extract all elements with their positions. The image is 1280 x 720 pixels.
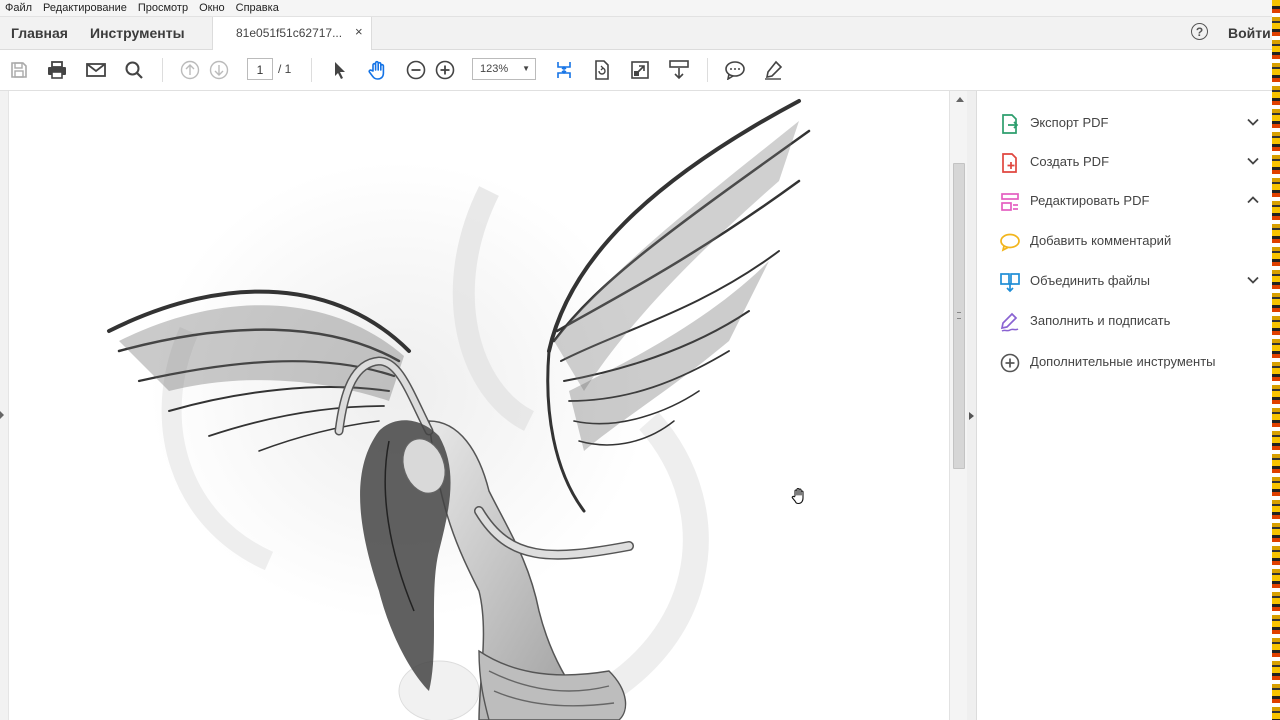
angel-drawing [107, 99, 811, 720]
sign-in-button[interactable]: Войти [1228, 17, 1271, 49]
document-scrollbar[interactable] [949, 91, 968, 720]
chevron-up-icon[interactable] [1246, 193, 1260, 207]
tools-panel: Экспорт PDF Создать PDF Редактировать PD… [977, 91, 1272, 720]
edit-pdf-icon [1001, 193, 1019, 211]
toolbar-separator [162, 58, 163, 82]
close-tab-button[interactable]: × [355, 24, 363, 39]
previous-page-icon[interactable] [179, 59, 201, 81]
background-window-edge [1272, 0, 1280, 720]
rotate-page-icon[interactable] [591, 59, 613, 81]
full-screen-icon[interactable] [629, 59, 651, 81]
print-icon[interactable] [46, 59, 68, 81]
help-icon[interactable]: ? [1191, 23, 1208, 40]
menu-view[interactable]: Просмотр [133, 2, 194, 14]
panel-item-export-pdf[interactable]: Экспорт PDF [977, 105, 1272, 141]
zoom-in-icon[interactable] [434, 59, 456, 81]
tab-home[interactable]: Главная [11, 17, 68, 49]
hand-tool-icon[interactable] [367, 59, 389, 81]
panel-item-add-comment[interactable]: Добавить комментарий [977, 223, 1272, 259]
next-page-icon[interactable] [208, 59, 230, 81]
menu-bar: Файл Редактирование Просмотр Окно Справк… [0, 0, 1272, 17]
comment-icon[interactable] [724, 59, 746, 81]
chevron-down-icon: ▼ [522, 64, 530, 73]
expand-left-panel-icon[interactable] [0, 411, 4, 419]
read-mode-icon[interactable] [668, 59, 690, 81]
toolbar-separator [311, 58, 312, 82]
tab-document[interactable]: 81e051f51c62717... × [212, 17, 372, 50]
panel-item-label: Добавить комментарий [1030, 233, 1172, 248]
panel-item-label: Создать PDF [1030, 154, 1110, 169]
chevron-down-icon[interactable] [1246, 273, 1260, 287]
document-tab-title: 81e051f51c62717... [236, 26, 343, 40]
panel-item-label: Дополнительные инструменты [1030, 354, 1216, 369]
hand-cursor-icon [791, 487, 804, 505]
tab-tools[interactable]: Инструменты [90, 17, 185, 49]
fill-sign-icon [1000, 312, 1019, 332]
page-number-input[interactable]: 1 [247, 58, 273, 80]
export-pdf-icon [1002, 114, 1019, 134]
menu-edit[interactable]: Редактирование [38, 2, 133, 14]
chevron-down-icon[interactable] [1246, 115, 1260, 129]
toolbar-separator [707, 58, 708, 82]
left-panel-edge [0, 91, 9, 720]
zoom-value: 123% [480, 63, 509, 75]
panel-divider[interactable] [967, 91, 977, 720]
scroll-up-icon[interactable] [956, 97, 964, 102]
page-total: / 1 [278, 62, 292, 76]
comment-icon [1000, 233, 1020, 252]
fit-page-icon[interactable] [553, 59, 575, 81]
menu-file[interactable]: Файл [0, 2, 38, 14]
panel-item-edit-pdf[interactable]: Редактировать PDF [977, 183, 1272, 219]
select-cursor-icon[interactable] [329, 59, 351, 81]
highlight-pen-icon[interactable] [762, 59, 784, 81]
document-view[interactable] [9, 91, 949, 720]
collapse-panel-icon[interactable] [969, 412, 974, 420]
panel-item-label: Заполнить и подписать [1030, 313, 1171, 328]
save-icon[interactable] [8, 59, 30, 81]
scrollbar-thumb[interactable] [953, 163, 965, 469]
panel-item-combine-files[interactable]: Объединить файлы [977, 263, 1272, 299]
combine-files-icon [1000, 273, 1020, 293]
menu-window[interactable]: Окно [194, 2, 231, 14]
zoom-out-icon[interactable] [405, 59, 427, 81]
more-tools-icon [1000, 353, 1020, 373]
zoom-select[interactable]: 123% ▼ [472, 58, 536, 80]
panel-item-label: Экспорт PDF [1030, 115, 1109, 130]
search-icon[interactable] [123, 59, 145, 81]
panel-item-label: Объединить файлы [1030, 273, 1150, 288]
panel-item-more-tools[interactable]: Дополнительные инструменты [977, 344, 1272, 380]
create-pdf-icon [1002, 153, 1017, 173]
toolbar: 1 / 1 123% ▼ [0, 50, 1272, 91]
panel-item-label: Редактировать PDF [1030, 193, 1150, 208]
chevron-down-icon[interactable] [1246, 154, 1260, 168]
menu-help[interactable]: Справка [231, 2, 285, 14]
scrollbar-grip [957, 312, 961, 319]
email-icon[interactable] [85, 59, 107, 81]
panel-item-create-pdf[interactable]: Создать PDF [977, 144, 1272, 180]
panel-item-fill-sign[interactable]: Заполнить и подписать [977, 303, 1272, 339]
tab-bar: Главная Инструменты 81e051f51c62717... ×… [0, 17, 1272, 50]
